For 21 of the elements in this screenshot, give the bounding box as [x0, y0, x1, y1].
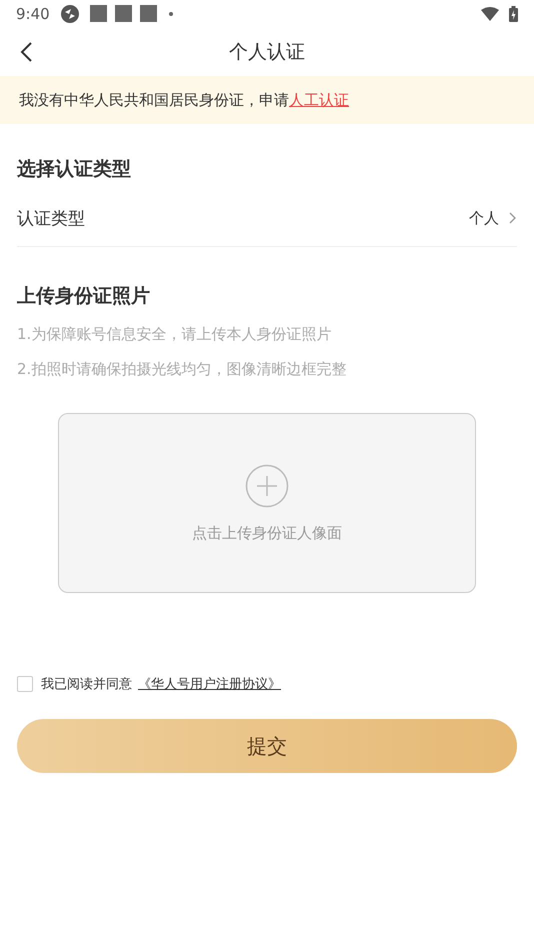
manual-verification-link[interactable]: 人工认证	[289, 90, 349, 110]
back-icon[interactable]	[19, 41, 33, 63]
battery-icon	[509, 6, 518, 22]
type-label: 认证类型	[17, 208, 85, 230]
page-title: 个人认证	[229, 40, 305, 65]
agreement-text: 我已阅读并同意	[41, 676, 132, 693]
notice-text: 我没有中华人民共和国居民身份证，申请	[19, 90, 289, 110]
agreement-checkbox[interactable]	[17, 676, 33, 692]
section-heading: 上传身份证照片	[17, 284, 151, 309]
tip-text: 2.拍照时请确保拍摄光线均匀，图像清晰边框完整	[17, 360, 348, 379]
submit-button[interactable]: 提交	[17, 719, 517, 773]
agreement-link[interactable]: 《华人号用户注册协议》	[138, 675, 281, 693]
tip-text: 1.为保障账号信息安全，请上传本人身份证照片	[17, 325, 332, 344]
status-time: 9:40	[16, 5, 50, 23]
app-notification-icon	[60, 4, 80, 24]
type-value[interactable]: 个人	[469, 208, 499, 228]
wifi-icon	[481, 7, 499, 21]
plus-icon	[245, 464, 289, 508]
chevron-right-icon[interactable]	[509, 212, 517, 224]
section-heading: 选择认证类型	[17, 157, 132, 182]
upload-label: 点击上传身份证人像面	[192, 524, 342, 542]
